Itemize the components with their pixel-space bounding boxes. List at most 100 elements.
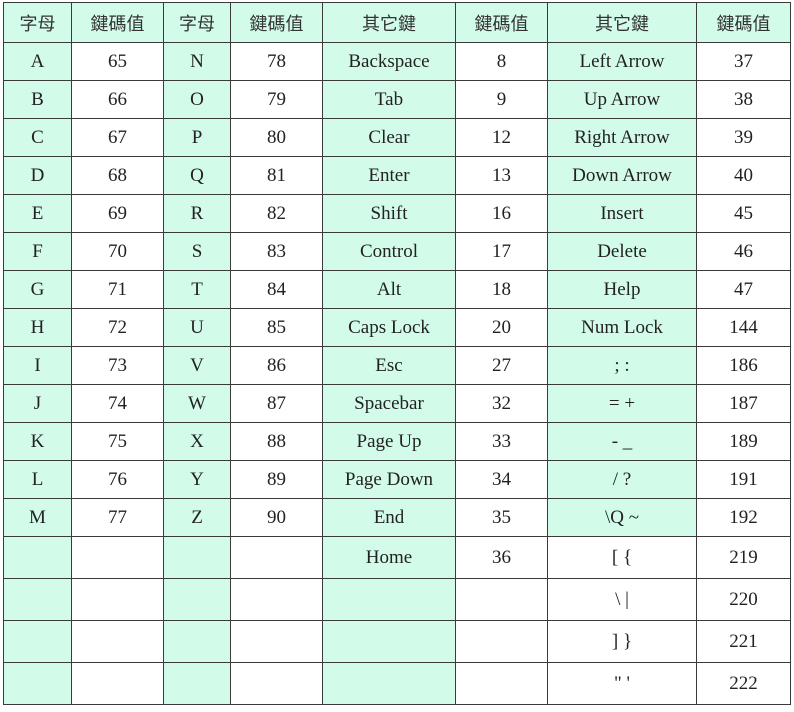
keycode-cell: 69 <box>71 194 164 233</box>
keycode-cell: 89 <box>230 460 323 499</box>
letter-cell: Z <box>163 498 231 537</box>
letter-cell <box>163 662 231 705</box>
keycode-cell: 76 <box>71 460 164 499</box>
letter-cell: L <box>3 460 72 499</box>
letter-cell <box>163 536 231 579</box>
keycode-cell: 70 <box>71 232 164 271</box>
other-key-cell: Down Arrow <box>547 156 697 195</box>
keycode-cell: 186 <box>696 346 791 385</box>
other-key-cell: Page Down <box>322 460 456 499</box>
other-key-cell: = + <box>547 384 697 423</box>
other-key-cell: - _ <box>547 422 697 461</box>
keycode-cell: 27 <box>455 346 548 385</box>
keycode-cell: 39 <box>696 118 791 157</box>
keycode-cell: 78 <box>230 42 323 81</box>
letter-cell <box>163 578 231 621</box>
table-row: E 69 R 82 Shift 16 Insert 45 <box>3 194 791 233</box>
keycode-cell: 18 <box>455 270 548 309</box>
keycode-cell: 8 <box>455 42 548 81</box>
keycode-cell: 84 <box>230 270 323 309</box>
keycode-cell <box>71 620 164 663</box>
other-key-cell: [ { <box>547 536 697 579</box>
keycode-cell: 12 <box>455 118 548 157</box>
other-key-cell: Num Lock <box>547 308 697 347</box>
letter-cell: U <box>163 308 231 347</box>
keycode-cell: 77 <box>71 498 164 537</box>
keycode-cell: 192 <box>696 498 791 537</box>
other-key-cell <box>322 578 456 621</box>
letter-cell: F <box>3 232 72 271</box>
table-row: \ | 220 <box>3 578 791 621</box>
other-key-cell: " ' <box>547 662 697 705</box>
table-row: B 66 O 79 Tab 9 Up Arrow 38 <box>3 80 791 119</box>
keycode-cell <box>230 578 323 621</box>
keycode-cell: 221 <box>696 620 791 663</box>
letter-cell: Q <box>163 156 231 195</box>
keycode-cell <box>230 536 323 579</box>
keycode-cell: 35 <box>455 498 548 537</box>
letter-cell: X <box>163 422 231 461</box>
header-other-key: 其它鍵 <box>547 2 697 43</box>
other-key-cell: Insert <box>547 194 697 233</box>
table-row: L 76 Y 89 Page Down 34/ ? 191 <box>3 460 791 499</box>
keycode-cell: 45 <box>696 194 791 233</box>
table-row: F 70 S 83 Control 17 Delete 46 <box>3 232 791 271</box>
keycode-cell: 47 <box>696 270 791 309</box>
keycode-cell: 79 <box>230 80 323 119</box>
keycode-cell: 222 <box>696 662 791 705</box>
letter-cell: W <box>163 384 231 423</box>
other-key-cell: Page Up <box>322 422 456 461</box>
letter-cell: J <box>3 384 72 423</box>
keycode-cell: 144 <box>696 308 791 347</box>
other-key-cell: ] } <box>547 620 697 663</box>
letter-cell: O <box>163 80 231 119</box>
other-key-cell <box>322 662 456 705</box>
keycode-cell: 189 <box>696 422 791 461</box>
letter-cell: E <box>3 194 72 233</box>
letter-cell <box>3 536 72 579</box>
other-key-cell: Tab <box>322 80 456 119</box>
keycode-cell: 191 <box>696 460 791 499</box>
keycode-cell: 71 <box>71 270 164 309</box>
keycode-cell: 75 <box>71 422 164 461</box>
letter-cell: C <box>3 118 72 157</box>
other-key-cell: Enter <box>322 156 456 195</box>
letter-cell: G <box>3 270 72 309</box>
letter-cell: V <box>163 346 231 385</box>
keycode-cell <box>71 662 164 705</box>
letter-cell: T <box>163 270 231 309</box>
table-row: A 65 N 78 Backspace 8 Left Arrow 37 <box>3 42 791 81</box>
letter-cell: M <box>3 498 72 537</box>
keycode-cell: 20 <box>455 308 548 347</box>
keycode-cell: 72 <box>71 308 164 347</box>
other-key-cell: Help <box>547 270 697 309</box>
table-row: D 68 Q 81 Enter 13 Down Arrow 40 <box>3 156 791 195</box>
keycode-cell: 17 <box>455 232 548 271</box>
keycode-table: 字母 鍵碼值 字母 鍵碼值 其它鍵 鍵碼值 其它鍵 鍵碼值 A 65 N 78 Back… <box>3 2 791 705</box>
other-key-cell: Esc <box>322 346 456 385</box>
letter-cell <box>163 620 231 663</box>
keycode-cell: 40 <box>696 156 791 195</box>
letter-cell: S <box>163 232 231 271</box>
keycode-cell <box>230 662 323 705</box>
keycode-cell: 67 <box>71 118 164 157</box>
keycode-cell: 220 <box>696 578 791 621</box>
table-row: Home 36[ {219 <box>3 536 791 579</box>
other-key-cell: / ? <box>547 460 697 499</box>
keycode-cell: 16 <box>455 194 548 233</box>
header-letter: 字母 <box>163 2 231 43</box>
keycode-cell: 68 <box>71 156 164 195</box>
keycode-cell: 86 <box>230 346 323 385</box>
keycode-cell: 9 <box>455 80 548 119</box>
table-body: A 65 N 78 Backspace 8 Left Arrow 37 B 66 O 79 Tab 9 Up… <box>3 42 791 705</box>
letter-cell: B <box>3 80 72 119</box>
letter-cell: K <box>3 422 72 461</box>
other-key-cell: \ | <box>547 578 697 621</box>
other-key-cell <box>322 620 456 663</box>
keycode-cell <box>455 620 548 663</box>
table-row: C 67 P 80 Clear 12 Right Arrow 39 <box>3 118 791 157</box>
header-keycode: 鍵碼值 <box>71 2 164 43</box>
letter-cell: Y <box>163 460 231 499</box>
letter-cell: D <box>3 156 72 195</box>
letter-cell: H <box>3 308 72 347</box>
